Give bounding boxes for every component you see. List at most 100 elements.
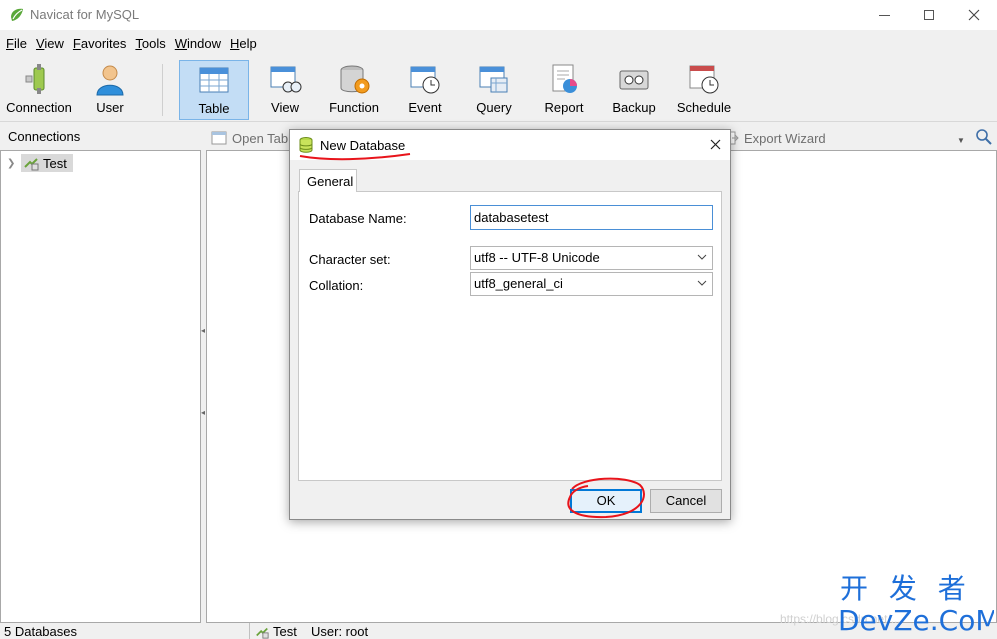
database-name-label: Database Name: (309, 211, 407, 226)
collation-label: Collation: (309, 278, 364, 293)
function-label: Function (329, 100, 379, 115)
tree-node[interactable]: Test (21, 154, 73, 172)
status-database-count: 5 Databases (4, 624, 77, 639)
query-button[interactable]: Query (471, 60, 517, 120)
report-button[interactable]: Report (540, 60, 588, 120)
maximize-button[interactable] (906, 0, 952, 30)
menu-label: elp (239, 35, 257, 51)
navicat-logo-icon (11, 8, 23, 21)
event-button[interactable]: Event (402, 60, 448, 120)
tree-item-connection[interactable]: ❯ Test (7, 153, 73, 173)
dialog-title: New Database (320, 138, 406, 153)
cancel-button[interactable]: Cancel (650, 489, 722, 513)
toolbar-separator (162, 64, 163, 116)
query-icon (479, 66, 508, 93)
export-wizard-label: Export Wizard (744, 130, 826, 146)
view-icon (270, 66, 302, 93)
chevron-down-icon[interactable]: ▼ (957, 136, 965, 145)
title-bar: Navicat for MySQL (0, 0, 997, 30)
dialog-tabs: General (298, 169, 722, 192)
dialog-title-bar: New Database (290, 130, 730, 161)
main-toolbar: Connection User Table View Function Even… (0, 56, 997, 122)
function-button[interactable]: Function (326, 60, 382, 120)
menu-mnemonic: F (6, 35, 14, 51)
connection-label: Connection (6, 100, 72, 115)
menu-tools[interactable]: Tools (135, 36, 165, 51)
menu-mnemonic: H (230, 35, 240, 51)
menu-label: avorites (80, 35, 127, 51)
user-button[interactable]: User (84, 60, 136, 120)
minimize-button[interactable] (861, 0, 907, 30)
close-icon (968, 9, 980, 21)
menu-mnemonic: F (72, 35, 81, 51)
user-icon (96, 65, 124, 96)
maximize-icon (924, 10, 934, 20)
mysql-connection-icon (24, 158, 39, 171)
status-connection: Test (255, 624, 297, 639)
annotation-underline (299, 153, 411, 161)
query-label: Query (476, 100, 512, 115)
menu-help[interactable]: Help (230, 36, 257, 51)
schedule-button[interactable]: Schedule (674, 60, 734, 120)
tree-node-label: Test (43, 155, 67, 171)
schedule-icon (689, 65, 719, 94)
schedule-label: Schedule (676, 100, 732, 115)
watermark-bottom-text: DevZe.CoM (838, 604, 994, 634)
export-wizard-button[interactable]: Export Wizard (723, 130, 826, 146)
menu-bar: File View Favorites Tools Window Help (0, 30, 997, 56)
report-label: Report (544, 100, 584, 115)
event-icon (410, 66, 440, 94)
minimize-icon (878, 14, 890, 16)
collation-select[interactable]: utf8_general_ci (470, 272, 713, 296)
connections-header: Connections (8, 129, 81, 144)
menu-view[interactable]: View (36, 36, 64, 51)
open-table-label: Open Tab (232, 130, 289, 146)
status-separator (249, 623, 250, 639)
connection-icon (25, 64, 45, 94)
connections-tree[interactable]: ❯ Test (0, 150, 201, 623)
close-button[interactable] (951, 0, 997, 30)
database-icon (299, 137, 313, 153)
close-icon (710, 139, 720, 150)
devze-watermark-logo: 开 发 者 DevZe.CoM (838, 572, 994, 634)
event-label: Event (408, 100, 442, 115)
collation-value: utf8_general_ci (474, 276, 563, 291)
status-connection-label: Test (273, 624, 297, 639)
menu-window[interactable]: Window (175, 36, 221, 51)
watermark-top-text: 开 发 者 (840, 572, 972, 605)
menu-favorites[interactable]: Favorites (73, 36, 126, 51)
view-button[interactable]: View (262, 60, 308, 120)
ok-button[interactable]: OK (570, 489, 642, 513)
character-set-select[interactable]: utf8 -- UTF-8 Unicode (470, 246, 713, 270)
character-set-label: Character set: (309, 252, 391, 267)
menu-label: ile (13, 35, 27, 51)
view-label: View (271, 100, 299, 115)
report-icon (552, 64, 577, 93)
function-icon (340, 65, 370, 94)
character-set-value: utf8 -- UTF-8 Unicode (474, 250, 600, 265)
new-database-dialog: New Database General Database Name: Char… (289, 129, 731, 520)
user-label: User (96, 100, 124, 115)
window-title: Navicat for MySQL (30, 7, 140, 22)
mysql-connection-icon (256, 627, 269, 639)
open-table-icon (211, 131, 227, 145)
menu-file[interactable]: File (6, 36, 27, 51)
table-icon (199, 67, 229, 93)
backup-label: Backup (612, 100, 656, 115)
status-user: User: root (311, 624, 369, 639)
chevron-right-icon[interactable]: ❯ (7, 158, 21, 169)
connection-button[interactable]: Connection (4, 60, 74, 120)
chevron-down-icon (697, 280, 707, 286)
open-table-button[interactable]: Open Tab (211, 130, 288, 146)
tab-general[interactable]: General (299, 169, 357, 192)
table-button[interactable]: Table (179, 60, 249, 120)
search-icon[interactable] (975, 128, 993, 146)
menu-label: ools (141, 35, 166, 51)
table-label: Table (198, 101, 230, 116)
database-name-input[interactable] (470, 205, 713, 230)
chevron-down-icon (697, 254, 707, 260)
backup-button[interactable]: Backup (610, 60, 658, 120)
menu-mnemonic: W (174, 35, 188, 51)
general-tab-panel: Database Name: Character set: utf8 -- UT… (298, 191, 722, 481)
dialog-close-button[interactable] (704, 135, 726, 155)
